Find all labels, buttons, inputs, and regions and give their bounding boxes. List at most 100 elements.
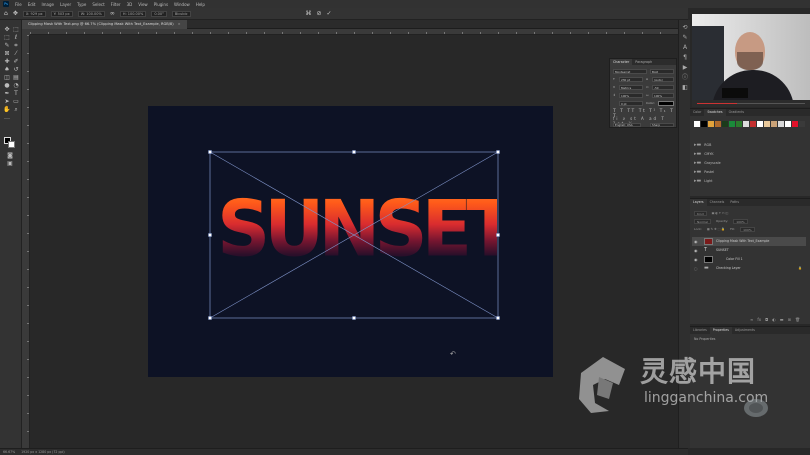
menu-file[interactable]: File (15, 2, 22, 7)
y-position-field[interactable]: Y: 503 px (50, 10, 73, 17)
color-swatch[interactable] (771, 121, 777, 127)
menu-filter[interactable]: Filter (111, 2, 121, 7)
vertical-ruler[interactable] (22, 35, 30, 448)
menu-help[interactable]: Help (196, 2, 205, 7)
info-icon[interactable]: ⓘ (681, 74, 689, 82)
layer-row[interactable]: ◉ Color Fill 1 (692, 255, 806, 264)
color-swatch[interactable] (785, 121, 791, 127)
color-swatch[interactable] (778, 121, 784, 127)
tab-properties[interactable]: Properties (709, 327, 732, 334)
text-color-swatch[interactable] (658, 101, 674, 106)
type-style-buttons[interactable]: T T TT Tt T¹ T₁ T T (613, 109, 676, 119)
pen-tool-icon[interactable]: ✒ (3, 90, 11, 97)
x-position-field[interactable]: X: 929 px (22, 10, 46, 17)
color-swatch[interactable] (694, 121, 700, 127)
quick-mask-icon[interactable]: ◙ (6, 152, 14, 159)
link-icon[interactable]: ∞ (110, 10, 115, 17)
interpolation-select[interactable]: Bicubic (171, 10, 191, 17)
language-select[interactable]: English: USA (613, 123, 641, 127)
navigator-icon[interactable]: ◧ (681, 84, 689, 92)
blur-tool-icon[interactable]: ● (3, 82, 11, 89)
screen-mode-icon[interactable]: ▣ (6, 160, 14, 167)
kerning-field[interactable]: Metrics (619, 85, 643, 90)
paragraph-icon[interactable]: ¶ (681, 54, 689, 62)
layer-row[interactable]: ◌ ▬ Checking Layer 🔒 (692, 264, 806, 273)
filter-type-icons[interactable]: ▣ ◐ T ▭ ◫ (712, 211, 729, 216)
swatch-folder-rgb[interactable]: ▸▬ RGB (694, 141, 711, 150)
color-swatch[interactable] (792, 121, 798, 127)
color-swatch[interactable] (722, 121, 728, 127)
background-color-swatch[interactable] (8, 141, 15, 148)
opentype-buttons[interactable]: fi ∂ st A ad T 1st ½ (613, 116, 676, 126)
horizontal-scale-field[interactable]: 100% (652, 93, 674, 98)
menu-3d[interactable]: 3D (127, 2, 133, 7)
path-select-tool-icon[interactable]: ➤ (3, 98, 11, 105)
clone-stamp-icon[interactable]: ♠ (3, 66, 11, 73)
brush-tool-icon[interactable]: ✐ (12, 58, 20, 65)
color-swatch[interactable] (764, 121, 770, 127)
rectangle-tool-icon[interactable]: ▭ (12, 98, 20, 105)
swatch-folder-cmyk[interactable]: ▸▬ CMYK (694, 150, 714, 159)
width-field[interactable]: W: 100.00% (77, 10, 105, 17)
visibility-eye-icon[interactable]: ◉ (694, 246, 698, 255)
color-swatch[interactable] (757, 121, 763, 127)
color-swatch[interactable] (701, 121, 707, 127)
tab-paragraph[interactable]: Paragraph (632, 59, 655, 65)
color-swatch[interactable] (708, 121, 714, 127)
angle-field[interactable]: 0.00° (151, 10, 167, 17)
warp-icon[interactable]: ⌘ (306, 10, 312, 17)
vertical-scale-field[interactable]: 100% (619, 93, 643, 98)
antialias-select[interactable]: Sharp (650, 123, 674, 127)
blend-mode-select[interactable]: Normal (694, 219, 711, 224)
tab-character[interactable]: Character (610, 59, 633, 65)
zoom-tool-icon[interactable]: ⌕ (12, 106, 20, 113)
move-tool-icon[interactable]: ✥ (3, 26, 11, 33)
color-swatch[interactable] (729, 121, 735, 127)
tab-gradients[interactable]: Gradients (726, 109, 748, 116)
document-tab[interactable]: Clipping Mask With Text.png @ 66.7% (Cli… (22, 20, 187, 29)
crop-tool-icon[interactable]: ⌗ (12, 42, 20, 49)
cancel-transform-icon[interactable]: ⊘ (317, 10, 322, 17)
height-field[interactable]: H: 100.00% (119, 10, 147, 17)
quick-select-tool-icon[interactable]: ✎ (3, 42, 11, 49)
visibility-eye-icon[interactable]: ◉ (694, 237, 698, 246)
home-icon[interactable]: ⌂ (4, 10, 8, 17)
tab-paths[interactable]: Paths (727, 199, 742, 206)
color-swatch[interactable] (750, 121, 756, 127)
menu-view[interactable]: View (138, 2, 148, 7)
tab-layers[interactable]: Layers (690, 199, 707, 206)
gradient-tool-icon[interactable]: ▤ (12, 74, 20, 81)
color-swatch[interactable] (715, 121, 721, 127)
swatch-folder-grayscale[interactable]: ▸▬ Grayscale (694, 159, 721, 168)
more-tools-icon[interactable]: … (3, 114, 11, 121)
tracking-field[interactable]: -50 (652, 85, 674, 90)
zoom-level[interactable]: 66.67% (3, 449, 15, 455)
opacity-field[interactable]: 100% (733, 219, 748, 224)
swatch-folder-pastel[interactable]: ▸▬ Pastel (694, 168, 714, 177)
type-tool-icon[interactable]: T (12, 90, 20, 97)
eraser-tool-icon[interactable]: ◫ (3, 74, 11, 81)
hand-tool-icon[interactable]: ✋ (3, 106, 11, 113)
menu-type[interactable]: Type (77, 2, 86, 7)
brush-settings-icon[interactable]: ✎ (681, 34, 689, 42)
menu-edit[interactable]: Edit (28, 2, 36, 7)
font-family-select[interactable]: Montserrat (613, 69, 647, 74)
history-icon[interactable]: ⟲ (681, 24, 689, 32)
video-progress-bar[interactable] (692, 100, 810, 107)
visibility-eye-icon[interactable]: ◉ (694, 255, 698, 264)
menu-layer[interactable]: Layer (60, 2, 71, 7)
color-swatch[interactable] (799, 121, 805, 127)
color-swatch[interactable] (743, 121, 749, 127)
layer-row[interactable]: ◉ T SUNSET (692, 246, 806, 255)
healing-brush-icon[interactable]: ✚ (3, 58, 11, 65)
move-tool-preset-icon[interactable]: ✥ (13, 10, 18, 17)
swatch-folder-light[interactable]: ▸▬ Light (694, 177, 712, 186)
tab-swatches[interactable]: Swatches (704, 109, 726, 116)
character-icon[interactable]: A (681, 44, 689, 52)
tab-channels[interactable]: Channels (707, 199, 728, 206)
layer-row[interactable]: ◉ Clipping Mask With Text_Example (692, 237, 806, 246)
menu-image[interactable]: Image (41, 2, 54, 7)
font-size-field[interactable]: 230 pt (619, 77, 643, 82)
layer-kind-filter[interactable]: Kind (694, 211, 707, 216)
fill-field[interactable]: 100% (740, 227, 755, 232)
